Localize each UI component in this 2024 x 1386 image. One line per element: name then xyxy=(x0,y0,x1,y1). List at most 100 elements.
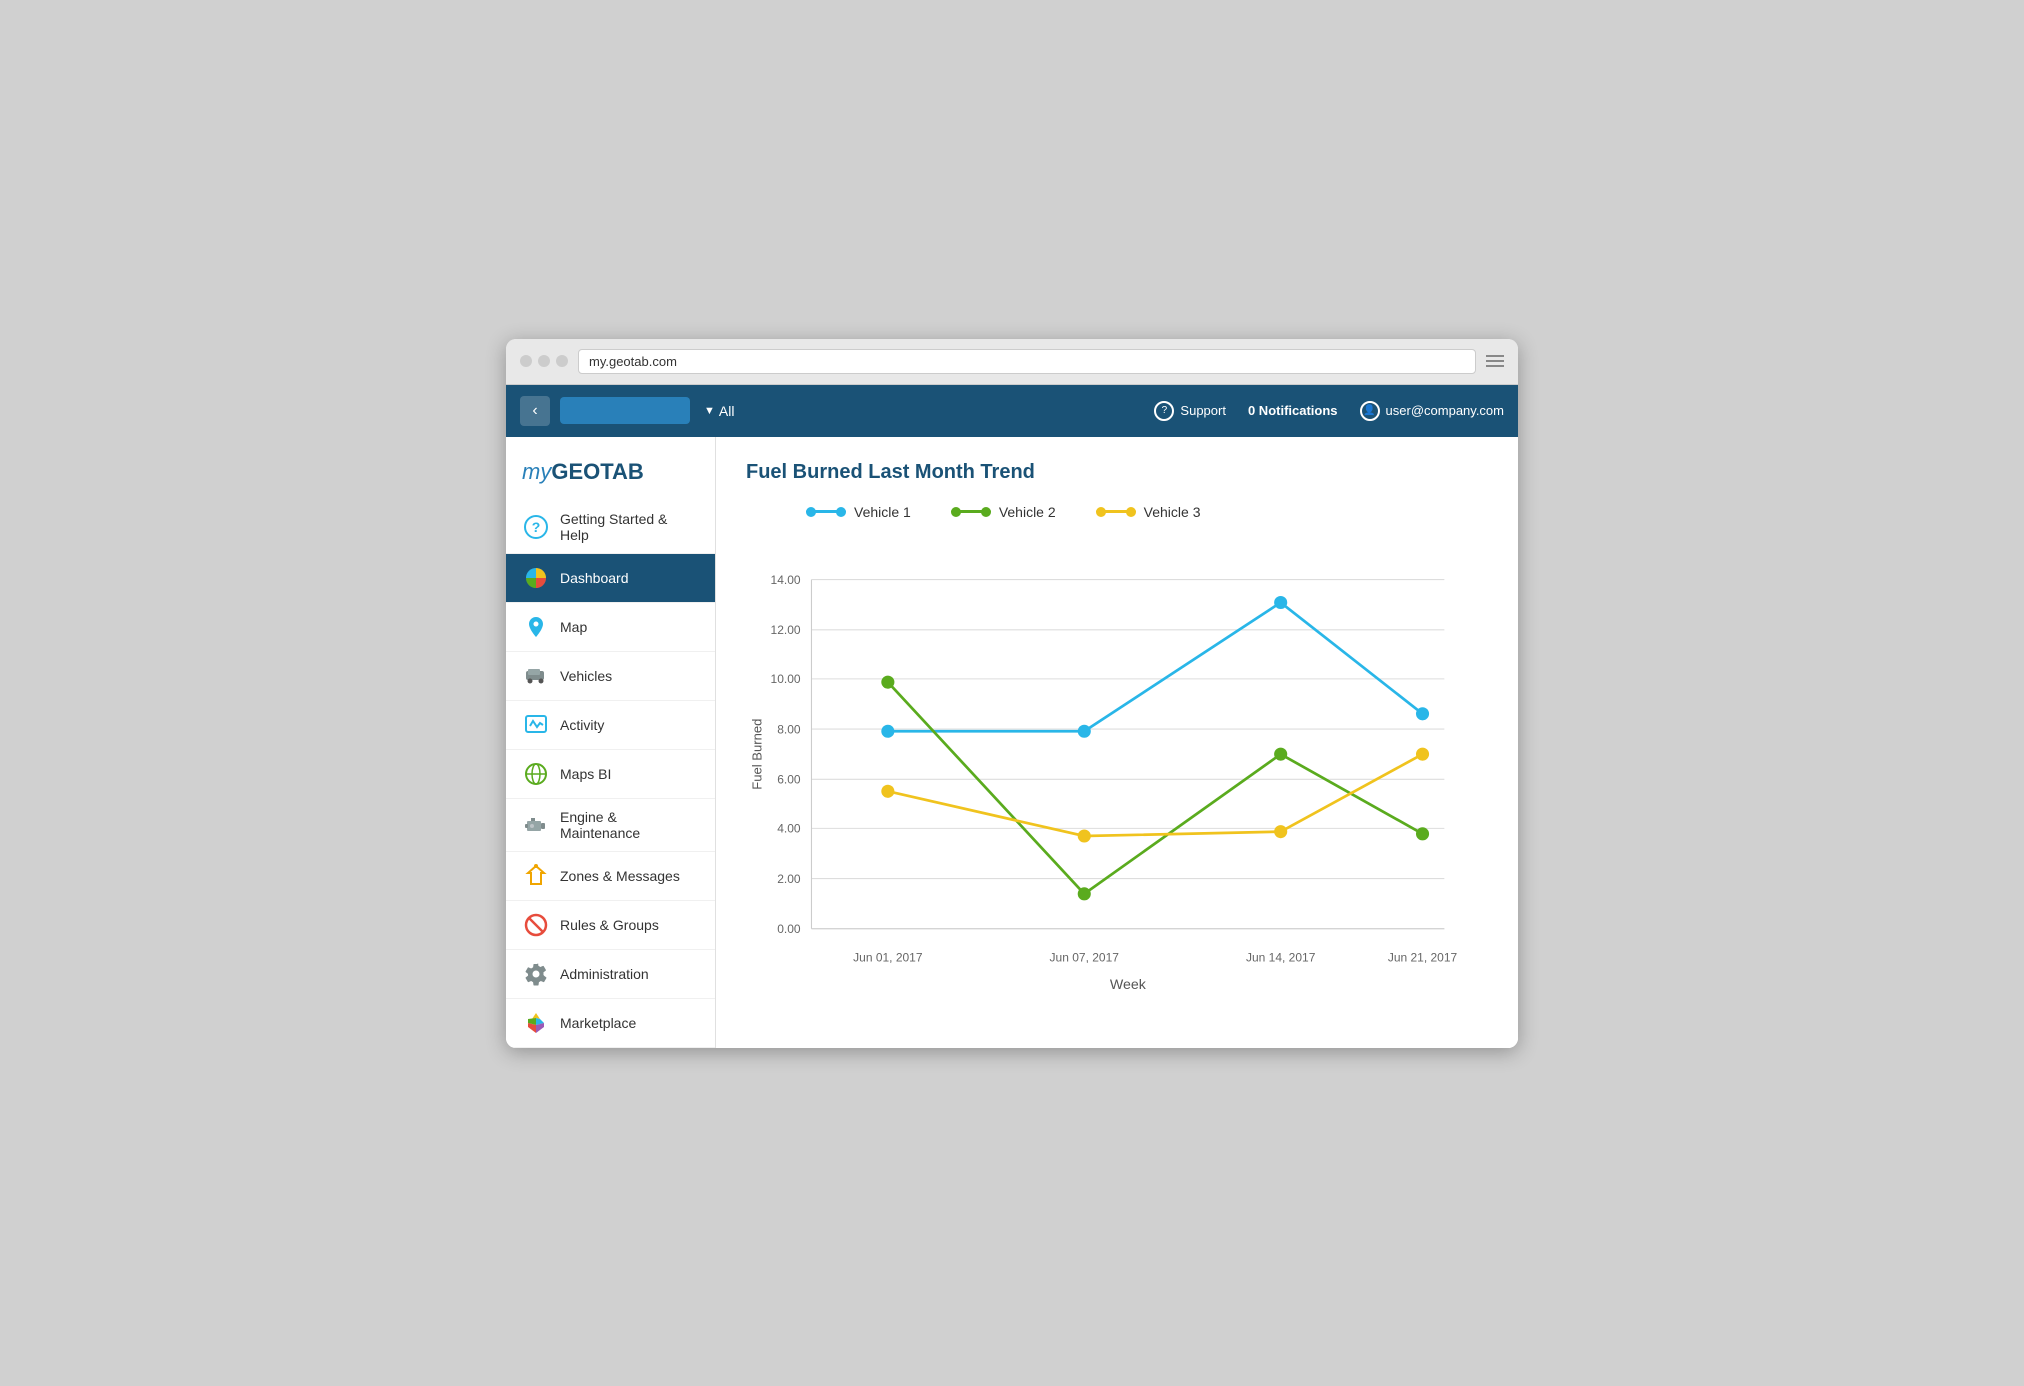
legend-label-v1: Vehicle 1 xyxy=(854,504,911,520)
sidebar-item-label: Engine & Maintenance xyxy=(560,809,699,841)
user-label: user@company.com xyxy=(1386,403,1504,418)
back-button[interactable]: ‹ xyxy=(520,396,550,426)
svg-text:10.00: 10.00 xyxy=(771,672,801,686)
sidebar: myGEOTAB ? Getting Started & Help xyxy=(506,437,716,1048)
sidebar-item-label: Zones & Messages xyxy=(560,868,680,884)
svg-text:6.00: 6.00 xyxy=(777,772,801,786)
browser-dots xyxy=(520,355,568,367)
sidebar-item-label: Vehicles xyxy=(560,668,612,684)
map-icon xyxy=(522,613,550,641)
v1-point-4 xyxy=(1416,707,1429,720)
engine-icon xyxy=(522,811,550,839)
sidebar-item-maps-bi[interactable]: Maps BI xyxy=(506,750,715,799)
svg-text:12.00: 12.00 xyxy=(771,623,801,637)
sidebar-item-marketplace[interactable]: Marketplace xyxy=(506,999,715,1048)
chart-svg: 0.00 2.00 4.00 6.00 8.00 10.00 12.00 14.… xyxy=(746,536,1488,1016)
dot-green xyxy=(556,355,568,367)
sidebar-item-vehicles[interactable]: Vehicles xyxy=(506,652,715,701)
legend-vehicle1: Vehicle 1 xyxy=(806,504,911,520)
v3-point-4 xyxy=(1416,747,1429,760)
maps-bi-icon xyxy=(522,760,550,788)
dot-red xyxy=(520,355,532,367)
svg-text:Jun 14, 2017: Jun 14, 2017 xyxy=(1246,950,1316,964)
svg-text:Jun 21, 2017: Jun 21, 2017 xyxy=(1388,950,1458,964)
v3-point-2 xyxy=(1078,829,1091,842)
vehicles-icon xyxy=(522,662,550,690)
svg-text:Week: Week xyxy=(1110,976,1147,992)
v3-point-3 xyxy=(1274,825,1287,838)
logo-text: myGEOTAB xyxy=(522,459,644,484)
chart-container: 0.00 2.00 4.00 6.00 8.00 10.00 12.00 14.… xyxy=(746,536,1488,1016)
sidebar-item-label: Administration xyxy=(560,966,649,982)
v2-point-4 xyxy=(1416,827,1429,840)
v2-point-3 xyxy=(1274,747,1287,760)
v3-point-1 xyxy=(881,784,894,797)
svg-text:?: ? xyxy=(532,519,541,535)
nav-right: ? Support 0 Notifications 👤 user@company… xyxy=(1154,401,1504,421)
browser-chrome: my.geotab.com xyxy=(506,339,1518,385)
groups-filter-input[interactable]: Groups Filter xyxy=(560,397,690,424)
legend-vehicle3: Vehicle 3 xyxy=(1096,504,1201,520)
support-icon: ? xyxy=(1154,401,1174,421)
v1-point-2 xyxy=(1078,724,1091,737)
sidebar-item-zones[interactable]: Zones & Messages xyxy=(506,852,715,901)
svg-text:8.00: 8.00 xyxy=(777,722,801,736)
main-content: Fuel Burned Last Month Trend Vehicle 1 V… xyxy=(716,437,1518,1048)
sidebar-item-activity[interactable]: Activity xyxy=(506,701,715,750)
legend-line-v3 xyxy=(1096,510,1136,513)
svg-text:Jun 07, 2017: Jun 07, 2017 xyxy=(1050,950,1120,964)
url-bar[interactable]: my.geotab.com xyxy=(578,349,1476,374)
sidebar-item-label: Rules & Groups xyxy=(560,917,659,933)
v1-point-1 xyxy=(881,724,894,737)
sidebar-item-rules[interactable]: Rules & Groups xyxy=(506,901,715,950)
getting-started-icon: ? xyxy=(522,513,550,541)
activity-icon xyxy=(522,711,550,739)
user-nav[interactable]: 👤 user@company.com xyxy=(1360,401,1504,421)
app-layout: myGEOTAB ? Getting Started & Help xyxy=(506,437,1518,1048)
sidebar-item-label: Marketplace xyxy=(560,1015,636,1031)
filter-all-label: All xyxy=(719,403,735,419)
sidebar-item-dashboard[interactable]: Dashboard xyxy=(506,554,715,603)
legend-line-v2 xyxy=(951,510,991,513)
v2-point-2 xyxy=(1078,887,1091,900)
notifications-label: 0 Notifications xyxy=(1248,403,1338,418)
legend-line-v1 xyxy=(806,510,846,513)
svg-text:2.00: 2.00 xyxy=(777,871,801,885)
legend-label-v2: Vehicle 2 xyxy=(999,504,1056,520)
user-icon: 👤 xyxy=(1360,401,1380,421)
sidebar-item-getting-started[interactable]: ? Getting Started & Help xyxy=(506,501,715,554)
sidebar-item-label: Getting Started & Help xyxy=(560,511,699,543)
filter-all[interactable]: ▼ All xyxy=(704,403,734,419)
svg-text:0.00: 0.00 xyxy=(777,922,801,936)
sidebar-item-label: Dashboard xyxy=(560,570,629,586)
zones-icon xyxy=(522,862,550,890)
legend-label-v3: Vehicle 3 xyxy=(1144,504,1201,520)
svg-text:14.00: 14.00 xyxy=(771,572,801,586)
chart-legend: Vehicle 1 Vehicle 2 Vehicle 3 xyxy=(806,504,1488,520)
sidebar-item-engine[interactable]: Engine & Maintenance xyxy=(506,799,715,852)
v1-point-3 xyxy=(1274,595,1287,608)
sidebar-item-label: Maps BI xyxy=(560,766,611,782)
top-nav: ‹ Groups Filter ▼ All ? Support 0 Notifi… xyxy=(506,385,1518,437)
dot-yellow xyxy=(538,355,550,367)
svg-text:Fuel Burned: Fuel Burned xyxy=(749,718,764,789)
browser-window: my.geotab.com ‹ Groups Filter ▼ All ? Su… xyxy=(506,339,1518,1048)
marketplace-icon xyxy=(522,1009,550,1037)
support-label: Support xyxy=(1180,403,1226,418)
rules-icon xyxy=(522,911,550,939)
v2-point-1 xyxy=(881,675,894,688)
sidebar-item-administration[interactable]: Administration xyxy=(506,950,715,999)
svg-text:4.00: 4.00 xyxy=(777,821,801,835)
sidebar-item-label: Activity xyxy=(560,717,604,733)
sidebar-item-label: Map xyxy=(560,619,587,635)
chart-title: Fuel Burned Last Month Trend xyxy=(746,461,1488,484)
administration-icon xyxy=(522,960,550,988)
sidebar-item-map[interactable]: Map xyxy=(506,603,715,652)
notifications-nav[interactable]: 0 Notifications xyxy=(1248,403,1338,418)
support-nav[interactable]: ? Support xyxy=(1154,401,1226,421)
dashboard-icon xyxy=(522,564,550,592)
filter-arrow-icon: ▼ xyxy=(704,405,715,417)
hamburger-menu[interactable] xyxy=(1486,355,1504,367)
logo: myGEOTAB xyxy=(506,447,715,501)
svg-text:Jun 01, 2017: Jun 01, 2017 xyxy=(853,950,923,964)
